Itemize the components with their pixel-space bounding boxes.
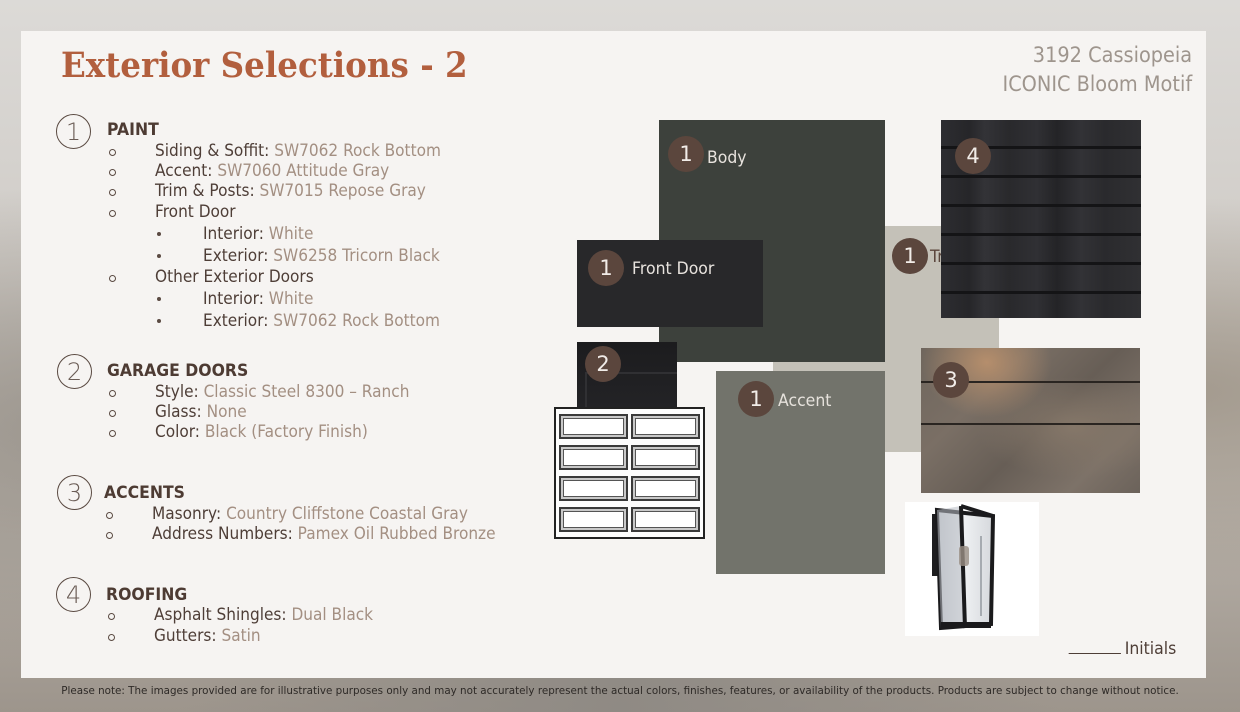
project-address: 3192 Cassiopeia — [1032, 43, 1192, 67]
garage-panel — [559, 476, 628, 501]
garage-door-closeup-image: 2 — [577, 342, 677, 410]
masonry-stone-image: 3 — [921, 348, 1140, 493]
section-heading: ROOFING — [106, 585, 188, 604]
hollow-bullet-icon — [108, 613, 115, 620]
list-subitem: Exterior: SW6258 Tricorn Black — [203, 246, 440, 265]
accent-swatch: 1 Accent — [716, 371, 885, 574]
initials-signoff: Initials — [1068, 639, 1176, 658]
page-title: Exterior Selections - 2 — [61, 45, 468, 86]
hollow-bullet-icon — [106, 532, 113, 539]
hollow-bullet-icon — [109, 189, 116, 196]
swatch-badge: 1 — [588, 250, 624, 286]
garage-door-image — [554, 407, 705, 539]
hollow-bullet-icon — [109, 210, 116, 217]
list-item: Other Exterior Doors — [155, 267, 314, 286]
section-heading: ACCENTS — [104, 483, 185, 502]
list-item: Accent: SW7060 Attitude Gray — [155, 161, 390, 180]
list-item: Gutters: Satin — [154, 626, 261, 645]
list-item: Trim & Posts: SW7015 Repose Gray — [155, 181, 426, 200]
roof-shingle-image: 4 — [941, 120, 1141, 318]
garage-panel — [559, 445, 628, 470]
wall-lantern-icon — [932, 504, 996, 631]
garage-panel — [559, 507, 628, 532]
bullet-dot-icon — [157, 232, 161, 236]
swatch-badge: 4 — [955, 138, 991, 174]
list-item: Masonry: Country Cliffstone Coastal Gray — [152, 504, 468, 523]
garage-panel — [631, 476, 700, 501]
swatch-badge: 2 — [585, 346, 621, 382]
selection-slide: Exterior Selections - 2 3192 Cassiopeia … — [21, 31, 1206, 678]
section-number-circle: 3 — [57, 475, 92, 510]
bullet-dot-icon — [157, 297, 161, 301]
list-item: Address Numbers: Pamex Oil Rubbed Bronze — [152, 524, 496, 543]
hollow-bullet-icon — [106, 512, 113, 519]
disclaimer-text: Please note: The images provided are for… — [61, 684, 1179, 697]
list-item: Glass: None — [155, 402, 247, 421]
bullet-dot-icon — [157, 254, 161, 258]
front-door-swatch: 1 Front Door — [577, 240, 763, 327]
section-number-circle: 4 — [56, 577, 91, 612]
swatch-label: Front Door — [632, 259, 715, 278]
swatch-label: Body — [707, 148, 747, 167]
swatch-badge: 3 — [933, 362, 969, 398]
hollow-bullet-icon — [109, 410, 116, 417]
section-heading: PAINT — [107, 120, 159, 139]
hollow-bullet-icon — [108, 634, 115, 641]
initials-label: Initials — [1124, 639, 1176, 658]
list-item: Style: Classic Steel 8300 – Ranch — [155, 382, 410, 401]
swatch-badge: 1 — [668, 136, 704, 172]
hollow-bullet-icon — [109, 390, 116, 397]
swatch-label: Accent — [778, 391, 832, 410]
bullet-dot-icon — [157, 319, 161, 323]
list-item: Front Door — [155, 202, 236, 221]
list-subitem: Interior: White — [203, 224, 314, 243]
section-heading: GARAGE DOORS — [107, 361, 249, 380]
section-number-circle: 1 — [56, 114, 91, 149]
hollow-bullet-icon — [109, 275, 116, 282]
garage-panel — [631, 414, 700, 439]
project-plan: ICONIC Bloom Motif — [1002, 72, 1192, 96]
list-item: Color: Black (Factory Finish) — [155, 422, 368, 441]
garage-panel — [559, 414, 628, 439]
project-info: 3192 Cassiopeia ICONIC Bloom Motif — [1002, 41, 1192, 99]
list-subitem: Exterior: SW7062 Rock Bottom — [203, 311, 440, 330]
wall-lantern-image — [905, 502, 1039, 636]
list-subitem: Interior: White — [203, 289, 314, 308]
garage-panel — [631, 507, 700, 532]
initials-blank-line[interactable] — [1068, 652, 1121, 654]
hollow-bullet-icon — [109, 430, 116, 437]
garage-panel — [631, 445, 700, 470]
list-item: Siding & Soffit: SW7062 Rock Bottom — [155, 141, 441, 160]
swatch-badge: 1 — [892, 238, 928, 274]
hollow-bullet-icon — [109, 169, 116, 176]
section-number-circle: 2 — [57, 354, 92, 389]
swatch-badge: 1 — [738, 381, 774, 417]
hollow-bullet-icon — [109, 149, 116, 156]
list-item: Asphalt Shingles: Dual Black — [154, 605, 374, 624]
